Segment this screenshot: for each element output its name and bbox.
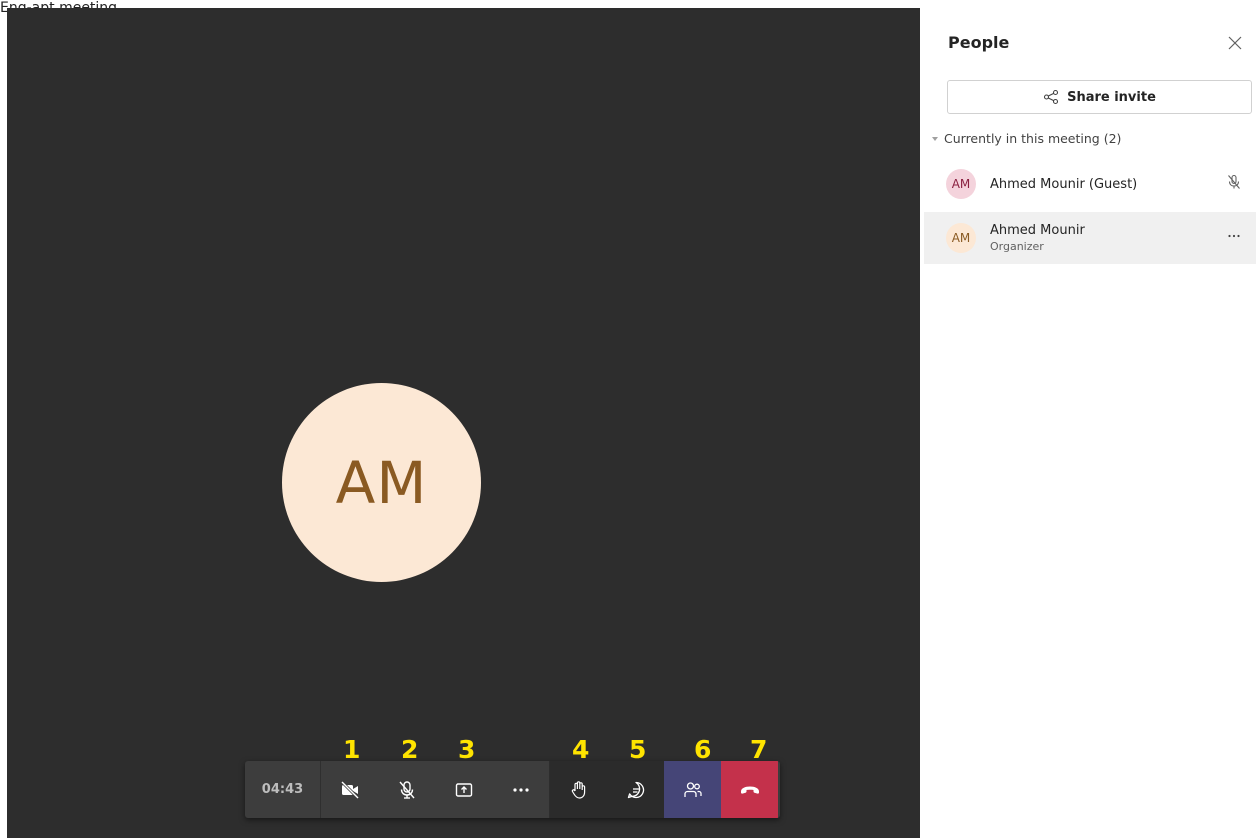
chat-button[interactable] — [607, 761, 664, 818]
share-icon — [1044, 89, 1059, 105]
close-panel-button[interactable] — [1228, 35, 1242, 54]
section-label: Currently in this meeting (2) — [944, 131, 1122, 146]
participant-row[interactable]: AM Ahmed Mounir (Guest) — [924, 158, 1256, 210]
people-panel: People Share invite Currently in this me… — [920, 0, 1256, 838]
call-controls-toolbar: 04:43 — [245, 761, 780, 818]
chat-icon — [627, 781, 644, 798]
participant-row[interactable]: AM Ahmed Mounir Organizer — [924, 212, 1256, 264]
marker-7: 7 — [750, 735, 768, 764]
video-stage: AM 1 2 3 4 5 6 7 — [7, 8, 920, 838]
camera-off-icon — [340, 780, 359, 799]
participant-role: Organizer — [990, 240, 1044, 253]
more-icon — [1228, 234, 1240, 238]
close-icon — [1228, 36, 1242, 50]
panel-title: People — [948, 33, 1010, 52]
people-icon — [683, 781, 702, 797]
collapse-caret-icon — [932, 136, 938, 141]
more-actions-button[interactable] — [492, 761, 549, 818]
camera-toggle-button[interactable] — [321, 761, 378, 818]
participant-name: Ahmed Mounir (Guest) — [990, 176, 1138, 192]
section-currently-in-meeting[interactable]: Currently in this meeting (2) — [932, 131, 1121, 146]
share-invite-label: Share invite — [1067, 89, 1156, 105]
participants-button[interactable] — [664, 761, 721, 818]
hang-up-icon — [740, 786, 759, 794]
hang-up-button[interactable] — [721, 761, 778, 818]
raise-hand-icon — [571, 780, 585, 799]
marker-2: 2 — [401, 735, 419, 764]
participant-name: Ahmed Mounir — [990, 223, 1085, 238]
participant-avatar: AM — [282, 383, 481, 582]
share-invite-button[interactable]: Share invite — [947, 80, 1252, 114]
share-screen-icon — [455, 782, 472, 797]
marker-3: 3 — [458, 735, 476, 764]
marker-6: 6 — [694, 735, 712, 764]
mic-toggle-button[interactable] — [378, 761, 435, 818]
call-timer: 04:43 — [245, 761, 321, 818]
mic-muted-icon — [1226, 174, 1242, 194]
marker-4: 4 — [572, 735, 590, 764]
participant-avatar: AM — [946, 223, 976, 253]
marker-1: 1 — [343, 735, 361, 764]
raise-hand-button[interactable] — [550, 761, 607, 818]
share-screen-button[interactable] — [435, 761, 492, 818]
participant-more-button[interactable] — [1226, 228, 1242, 248]
marker-5: 5 — [629, 735, 647, 764]
participant-avatar: AM — [946, 169, 976, 199]
more-icon — [512, 787, 529, 792]
mic-off-icon — [398, 780, 415, 799]
